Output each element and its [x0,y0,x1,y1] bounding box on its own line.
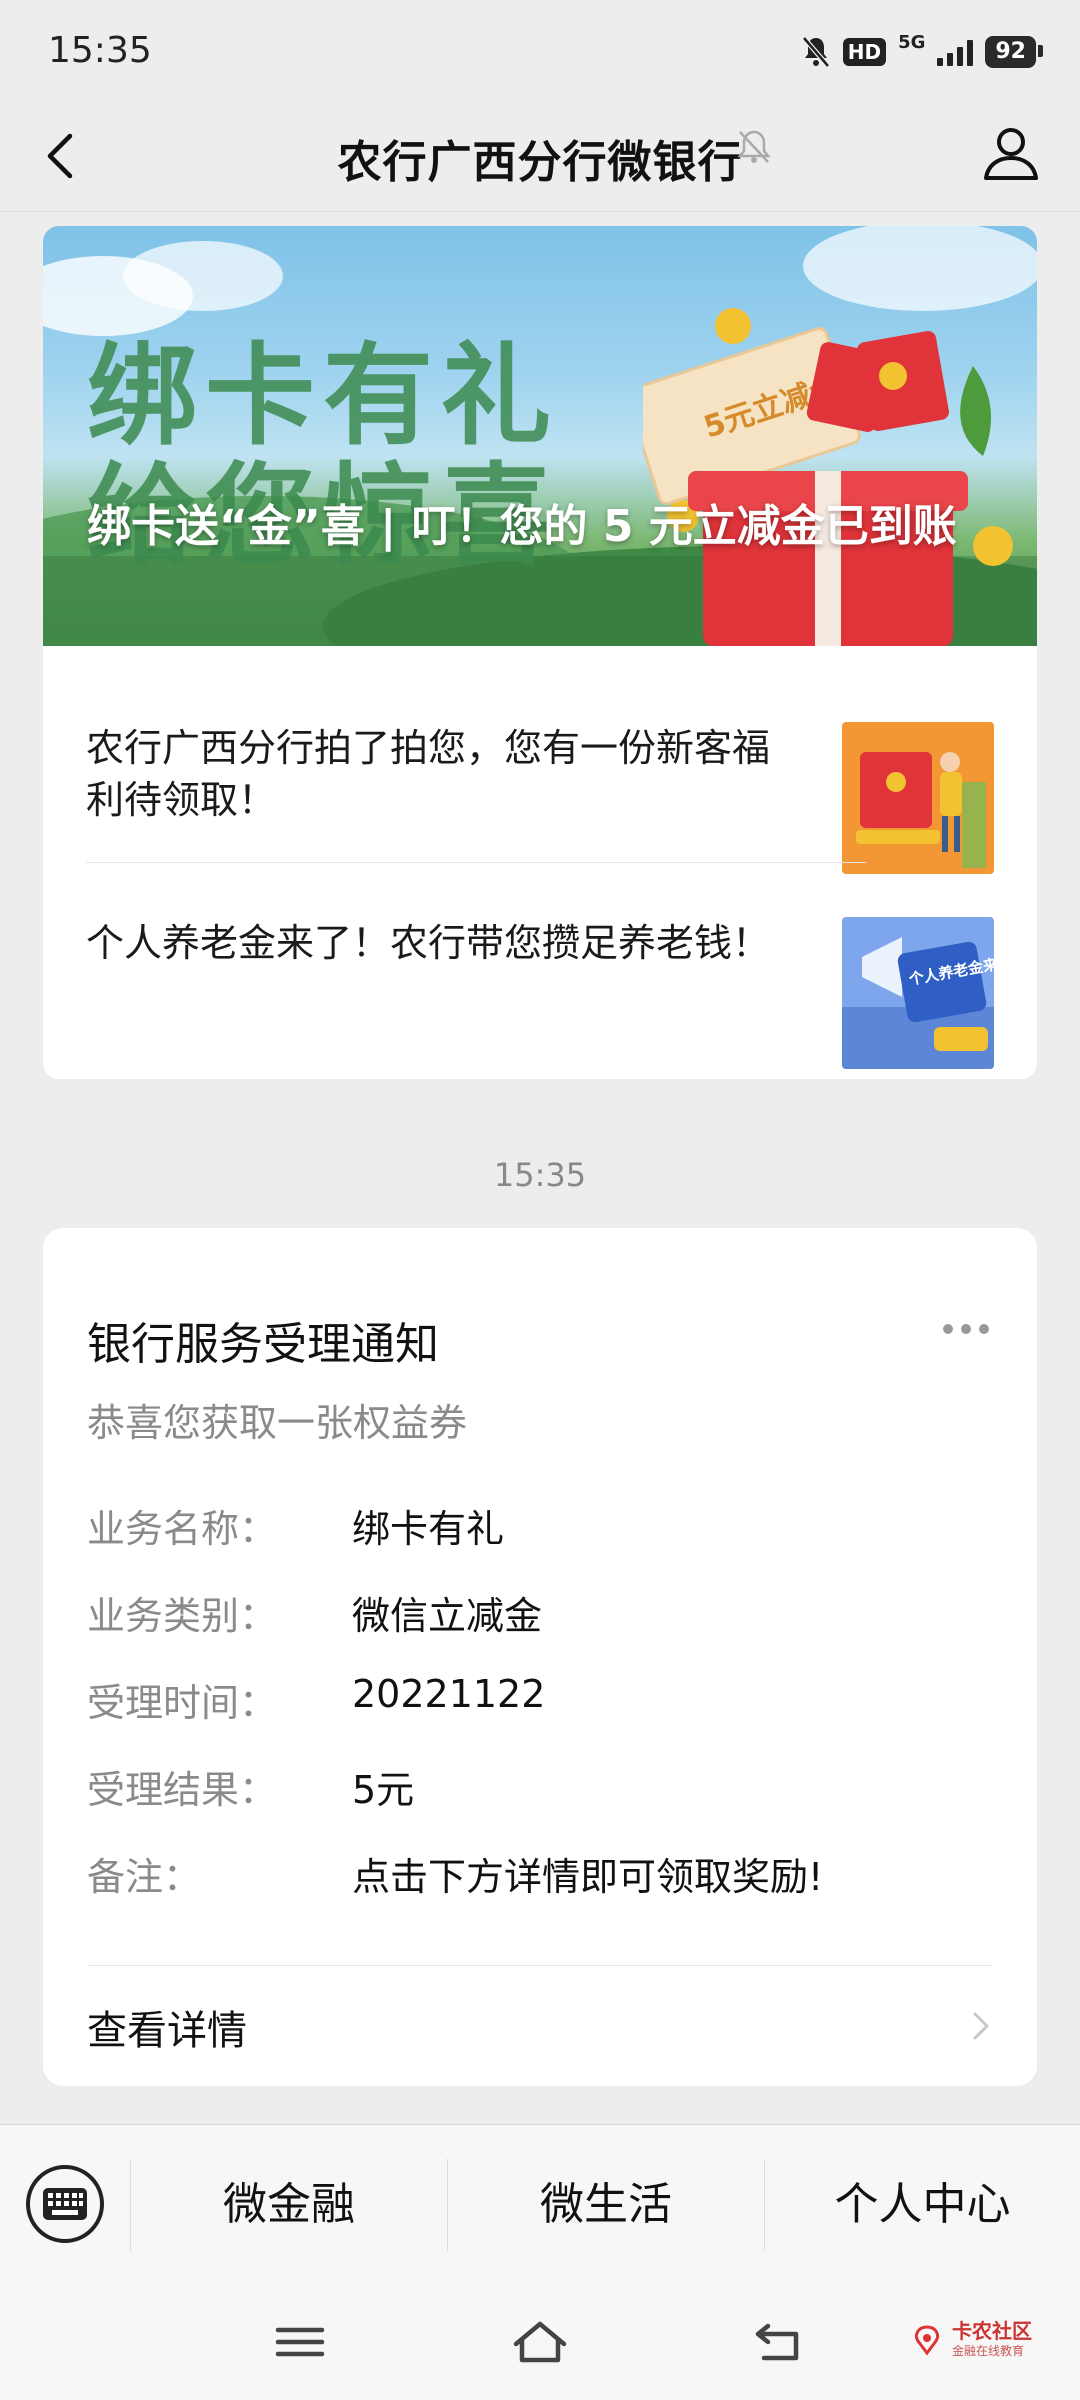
page-title: 农行广西分行微银行 [337,137,743,188]
article-thumbnail: 个人养老金来了! [842,917,994,1069]
notice-subtitle: 恭喜您获取一张权益券 [87,1401,468,1445]
back-icon[interactable] [750,2314,810,2370]
article-headline: 绑卡送“金”喜 | 叮！您的 5 元立减金已到账 [87,501,957,552]
gift-box-illustration: 5元立减金 [643,308,1013,646]
official-account-menu: 微金融 微生活 个人中心 [0,2124,1080,2284]
notice-row-value: 微信立减金 [352,1594,543,1638]
watermark-subtext: 金融在线教育 [952,2344,1025,2358]
watermark: 卡农社区 金融在线教育 [910,2320,1032,2359]
notice-row: 受理时间： 20221122 [87,1672,997,1732]
notice-row-value: 20221122 [352,1672,546,1716]
status-time: 15:35 [48,30,152,71]
chevron-right-icon[interactable] [963,2006,999,2046]
notice-row: 业务名称： 绑卡有礼 [87,1498,997,1558]
article-item-title: 农行广西分行拍了拍您，您有一份新客福利待领取！ [86,726,771,822]
bell-off-icon [737,130,771,163]
notice-row: 受理结果： 5元 [87,1759,997,1819]
article-item[interactable]: 农行广西分行拍了拍您，您有一份新客福利待领取！ [86,684,994,879]
menu-item-finance[interactable]: 微金融 [131,2155,447,2255]
home-icon[interactable] [510,2314,570,2370]
more-dots-icon[interactable] [943,1324,989,1334]
watermark-text-block: 卡农社区 金融在线教育 [952,2320,1032,2359]
notice-row: 业务类别： 微信立减金 [87,1585,997,1645]
hd-badge: HD [842,38,887,66]
message-timestamp: 15:35 [493,1156,587,1194]
service-notice-card[interactable]: 银行服务受理通知 恭喜您获取一张权益券 业务名称： 绑卡有礼 业务类别： 微信立… [43,1228,1037,2086]
watermark-logo-icon [914,2324,940,2355]
notice-row-key: 受理结果： [87,1768,278,1812]
nav-bar: 农行广西分行微银行 [0,100,1080,212]
status-bar: 15:35 HD 5G 92 [0,0,1080,100]
notice-row-value: 点击下方详情即可领取奖励! [352,1855,824,1899]
watermark-text: 卡农社区 [952,2319,1032,2343]
menu-lines-icon[interactable] [270,2314,330,2370]
keyboard-icon[interactable] [26,2165,104,2243]
notice-row-value: 绑卡有礼 [352,1507,505,1551]
notice-row-key: 业务名称： [87,1507,278,1551]
battery-indicator: 92 [985,36,1043,68]
signal-icon [937,38,974,66]
article-card: 绑卡有礼 给您惊喜 5元立减金 绑卡送“金”喜 | 叮！您的 5 元立减金已到账… [43,226,1037,1079]
banner-headline-line1: 绑卡有礼 [87,332,559,460]
status-icons: HD 5G 92 [801,31,1043,72]
article-thumbnail [842,722,994,874]
menu-item-life[interactable]: 微生活 [448,2155,764,2255]
notice-title: 银行服务受理通知 [87,1319,439,1370]
menu-item-personal-center[interactable]: 个人中心 [765,2155,1080,2255]
article-item-title: 个人养老金来了！农行带您攒足养老钱！ [86,921,771,965]
article-banner[interactable]: 绑卡有礼 给您惊喜 5元立减金 绑卡送“金”喜 | 叮！您的 5 元立减金已到账 [43,226,1037,646]
bell-off-status-icon [801,36,830,68]
user-icon[interactable] [976,118,1046,188]
network-label: 5G [898,31,926,53]
view-details-link[interactable]: 查看详情 [87,1998,247,2056]
article-divider [86,862,866,863]
notice-row-key: 受理时间： [87,1681,278,1725]
article-item[interactable]: 个人养老金来了！农行带您攒足养老钱！ 个人养老金来了! [86,879,994,1074]
notice-row-value: 5元 [352,1768,415,1812]
notice-divider [87,1965,993,1966]
notice-row: 备注： 点击下方详情即可领取奖励! [87,1846,997,1906]
notice-row-key: 备注： [87,1855,202,1899]
system-navigation-bar: 卡农社区 金融在线教育 [0,2284,1080,2400]
notice-row-key: 业务类别： [87,1594,278,1638]
